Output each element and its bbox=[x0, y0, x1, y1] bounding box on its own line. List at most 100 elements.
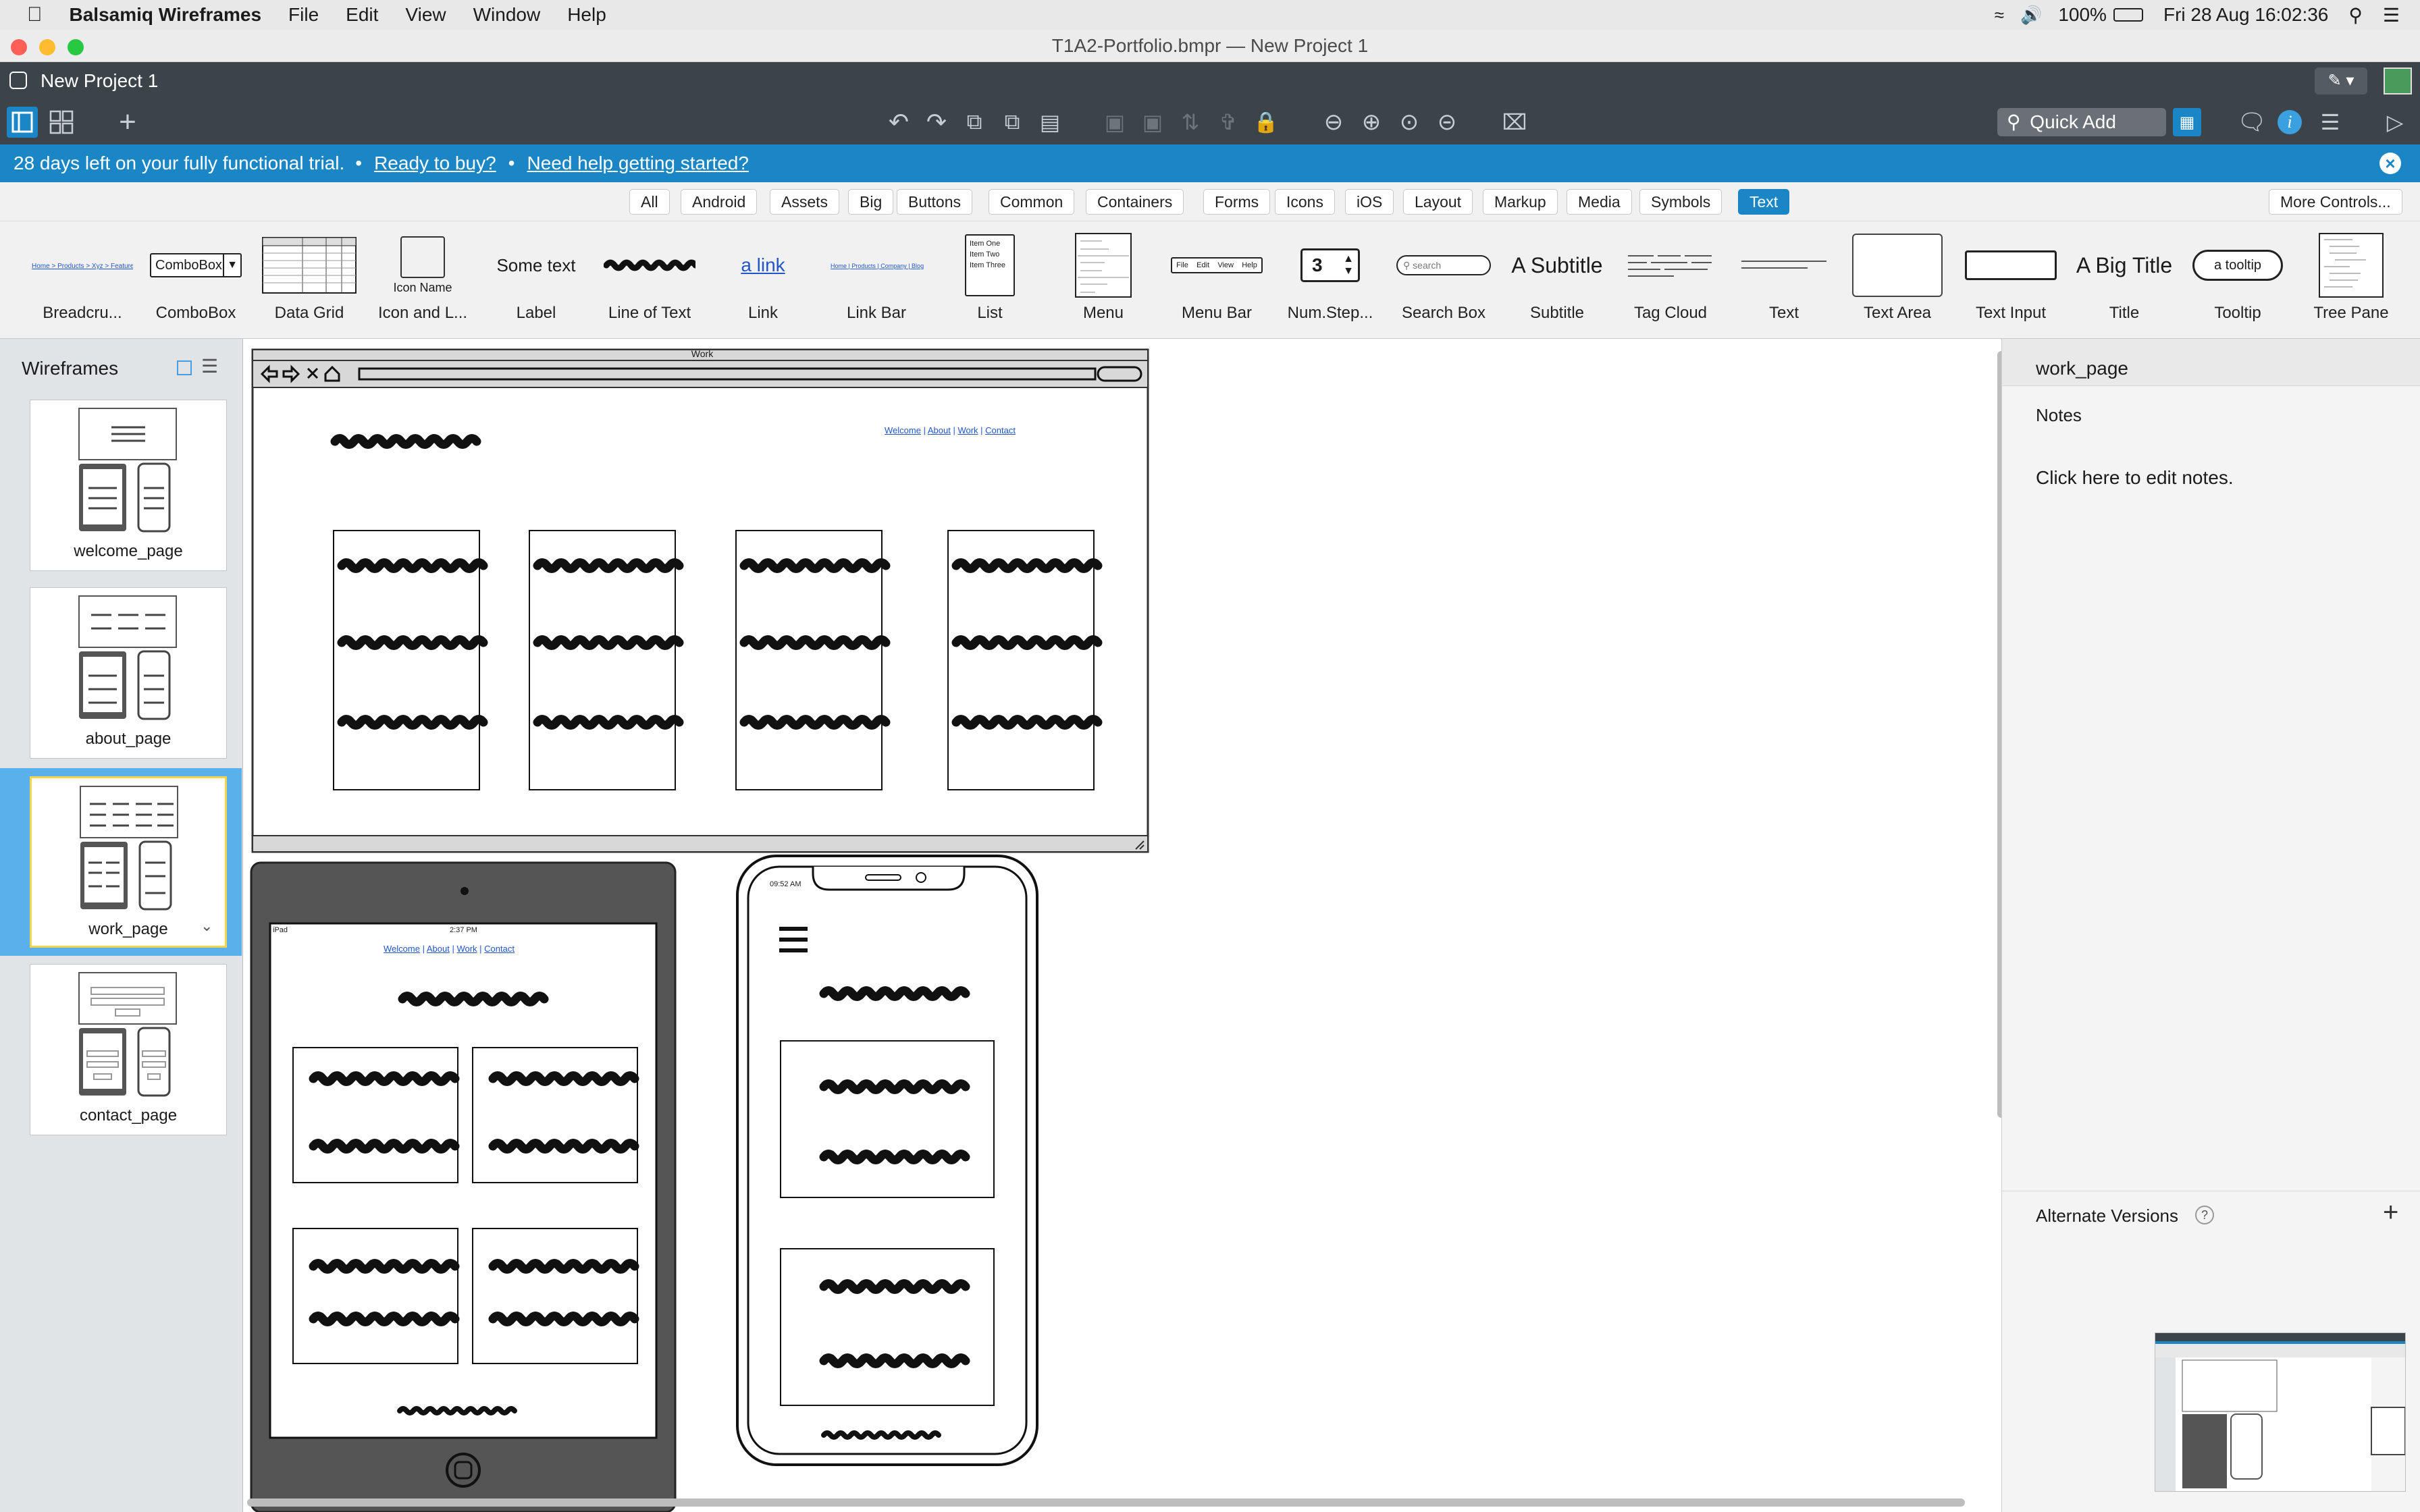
category-forms[interactable]: Forms bbox=[1203, 189, 1271, 215]
nav-link-about[interactable]: About bbox=[427, 944, 450, 954]
avatar[interactable] bbox=[2384, 68, 2412, 94]
lib-tag-cloud[interactable]: Tag Cloud bbox=[1614, 228, 1727, 329]
duplicate-icon[interactable]: ⧉ bbox=[997, 107, 1028, 138]
category-all[interactable]: All bbox=[629, 189, 670, 215]
help-icon[interactable]: ? bbox=[2195, 1206, 2214, 1224]
menu-file[interactable]: File bbox=[288, 4, 319, 26]
quick-add-options-icon[interactable]: ▦ bbox=[2173, 108, 2201, 136]
presentation-icon[interactable]: ▷ bbox=[2379, 107, 2411, 138]
lib-label[interactable]: Some text Label bbox=[479, 228, 593, 329]
lib-link-bar[interactable]: Home | Products | Company | Blog Link Ba… bbox=[820, 228, 933, 329]
menu-window[interactable]: Window bbox=[473, 4, 541, 26]
ready-to-buy-link[interactable]: Ready to buy? bbox=[374, 153, 496, 174]
lib-numeric-stepper[interactable]: 3 ▲ ▼ Num.Step... bbox=[1273, 228, 1387, 329]
more-controls-button[interactable]: More Controls... bbox=[2269, 189, 2402, 215]
spotlight-icon[interactable]: ⚲ bbox=[2348, 4, 2363, 26]
page-thumbnail-welcome[interactable]: welcome_page bbox=[30, 400, 227, 571]
lib-tree-pane[interactable]: Tree Pane bbox=[2294, 228, 2408, 329]
properties-icon[interactable]: ☰ bbox=[2315, 107, 2346, 138]
lib-text-area[interactable]: Text Area bbox=[1841, 228, 1954, 329]
clipboard-icon[interactable]: ▤ bbox=[1034, 107, 1066, 138]
distribute-icon[interactable]: ✞ bbox=[1213, 107, 1244, 138]
category-layout[interactable]: Layout bbox=[1403, 189, 1473, 215]
wifi-icon[interactable]: ≈ bbox=[1995, 5, 2004, 26]
apple-icon[interactable]:  bbox=[27, 3, 43, 26]
battery-icon[interactable] bbox=[2113, 8, 2143, 22]
lib-breadcrumbs[interactable]: Home > Products > Xyz > Features Breadcr… bbox=[26, 228, 139, 329]
tablet-wireframe[interactable] bbox=[250, 861, 677, 1512]
clear-icon[interactable]: ⌧ bbox=[1499, 107, 1530, 138]
category-ios[interactable]: iOS bbox=[1345, 189, 1394, 215]
lib-title[interactable]: A Big Title Title bbox=[2068, 228, 2181, 329]
category-common[interactable]: Common bbox=[989, 189, 1075, 215]
lib-search-box[interactable]: ⚲ search Search Box bbox=[1387, 228, 1500, 329]
align-icon[interactable]: ⇅ bbox=[1175, 107, 1206, 138]
zoom-in-icon[interactable]: ⊕ bbox=[1356, 107, 1387, 138]
lib-tooltip[interactable]: a tooltip Tooltip bbox=[2181, 228, 2294, 329]
wireframe-canvas[interactable]: Work Welcome | About | Work | Contact iP… bbox=[243, 339, 2005, 1512]
control-center-icon[interactable]: ☰ bbox=[2383, 4, 2400, 26]
comments-icon[interactable]: 🗨 bbox=[2236, 107, 2267, 138]
edit-mode-button[interactable]: ✎ ▾ bbox=[2315, 68, 2367, 94]
category-big[interactable]: Big bbox=[848, 189, 894, 215]
phone-wireframe[interactable] bbox=[736, 855, 1038, 1466]
page-thumbnail-contact[interactable]: contact_page bbox=[30, 964, 227, 1135]
category-assets[interactable]: Assets bbox=[770, 189, 840, 215]
nav-link-contact[interactable]: Contact bbox=[484, 944, 515, 954]
navigator-minimap[interactable] bbox=[2155, 1332, 2406, 1492]
lib-menu-bar[interactable]: File Edit View Help Menu Bar bbox=[1160, 228, 1273, 329]
lib-text[interactable]: Text bbox=[1727, 228, 1841, 329]
page-thumbnail-about[interactable]: about_page bbox=[30, 587, 227, 759]
menu-help[interactable]: Help bbox=[567, 4, 606, 26]
group-icon[interactable]: ▣ bbox=[1099, 107, 1130, 138]
category-buttons[interactable]: Buttons bbox=[897, 189, 972, 215]
add-wireframe-icon[interactable]: + bbox=[112, 105, 143, 138]
notes-text[interactable]: Click here to edit notes. bbox=[2036, 467, 2234, 489]
category-android[interactable]: Android bbox=[681, 189, 758, 215]
app-menu[interactable]: Balsamiq Wireframes bbox=[70, 4, 262, 26]
ungroup-icon[interactable]: ▣ bbox=[1137, 107, 1168, 138]
category-markup[interactable]: Markup bbox=[1483, 189, 1558, 215]
category-text[interactable]: Text bbox=[1738, 189, 1790, 215]
nav-link-contact[interactable]: Contact bbox=[985, 425, 1016, 435]
lib-combobox[interactable]: ComboBox ▼ ComboBox bbox=[139, 228, 253, 329]
zoom-out-icon[interactable]: ⊖ bbox=[1318, 107, 1349, 138]
quick-add-field[interactable]: ⚲ Quick Add bbox=[1997, 108, 2166, 136]
clock[interactable]: Fri 28 Aug 16:02:36 bbox=[2163, 4, 2328, 26]
list-view-icon[interactable]: ☰ bbox=[201, 355, 218, 377]
info-icon[interactable]: i bbox=[2274, 107, 2305, 138]
lib-link[interactable]: a link Link bbox=[706, 228, 820, 329]
close-banner-icon[interactable]: × bbox=[2379, 153, 2401, 174]
nav-link-welcome[interactable]: Welcome bbox=[885, 425, 921, 435]
nav-link-work[interactable]: Work bbox=[957, 425, 978, 435]
thumbnail-view-icon[interactable] bbox=[177, 360, 192, 375]
menu-edit[interactable]: Edit bbox=[346, 4, 378, 26]
copy-icon[interactable]: ⧉ bbox=[959, 107, 990, 138]
canvas-horizontal-scrollbar[interactable] bbox=[247, 1498, 1965, 1507]
lib-list[interactable]: Item One Item Two Item Three List bbox=[933, 228, 1047, 329]
lib-subtitle[interactable]: A Subtitle Subtitle bbox=[1500, 228, 1614, 329]
zoom-fit-icon[interactable]: ⊝ bbox=[1431, 107, 1463, 138]
zoom-actual-icon[interactable]: ⊙ bbox=[1394, 107, 1425, 138]
need-help-link[interactable]: Need help getting started? bbox=[527, 153, 748, 174]
menu-view[interactable]: View bbox=[405, 4, 446, 26]
redo-icon[interactable]: ↷ bbox=[921, 107, 952, 138]
page-thumbnail-work[interactable]: work_page ⌄ bbox=[30, 776, 227, 948]
nav-link-work[interactable]: Work bbox=[456, 944, 477, 954]
single-view-icon[interactable] bbox=[7, 107, 38, 138]
category-media[interactable]: Media bbox=[1567, 189, 1632, 215]
category-containers[interactable]: Containers bbox=[1086, 189, 1184, 215]
undo-icon[interactable]: ↶ bbox=[883, 107, 914, 138]
add-version-icon[interactable]: + bbox=[2383, 1197, 2398, 1228]
lib-icon-and-label[interactable]: Icon Name Icon and L... bbox=[366, 228, 479, 329]
lock-icon[interactable]: 🔒 bbox=[1251, 107, 1282, 138]
panel-page-name[interactable]: work_page bbox=[2036, 358, 2128, 379]
project-name[interactable]: New Project 1 bbox=[41, 70, 158, 92]
category-symbols[interactable]: Symbols bbox=[1639, 189, 1722, 215]
lib-data-grid[interactable]: Data Grid bbox=[253, 228, 366, 329]
lib-menu[interactable]: Menu bbox=[1047, 228, 1160, 329]
lib-text-input[interactable]: Text Input bbox=[1954, 228, 2068, 329]
nav-link-about[interactable]: About bbox=[928, 425, 951, 435]
grid-view-icon[interactable] bbox=[46, 107, 77, 138]
volume-icon[interactable]: 🔊 bbox=[2020, 5, 2042, 26]
